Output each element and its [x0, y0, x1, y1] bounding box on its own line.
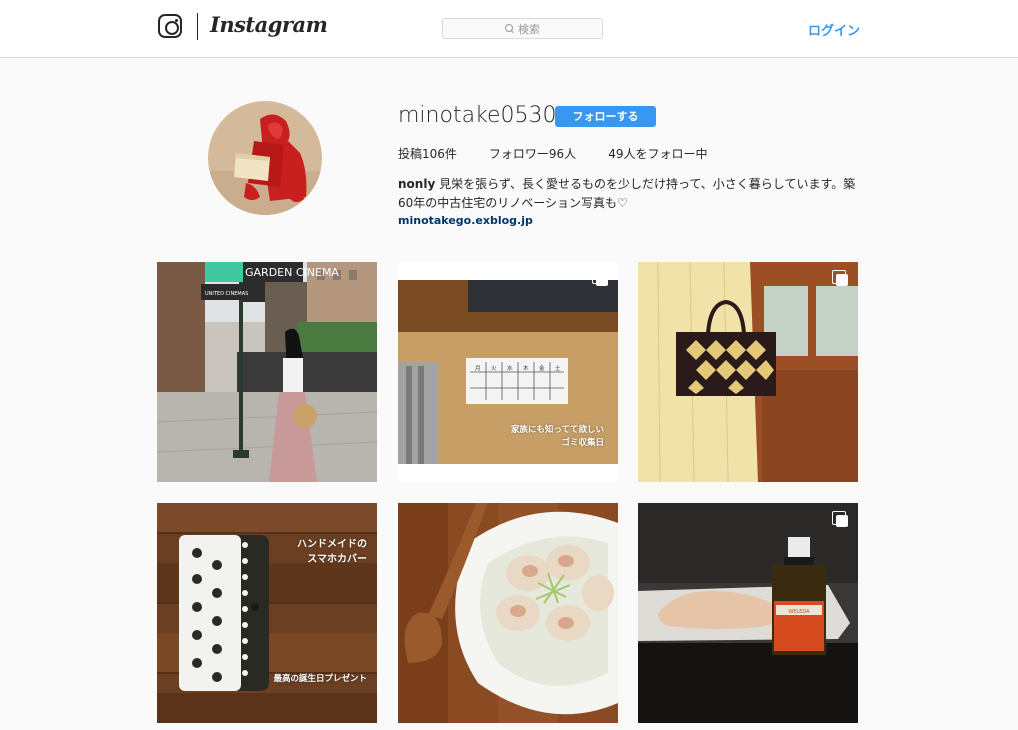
search-icon — [505, 24, 514, 33]
post-thumbnail[interactable]: WELEDA — [638, 503, 858, 723]
post-thumbnail[interactable]: 月 火 水 木 金 土 家族にも知ってて欲しい ゴミ収集日 — [398, 262, 618, 482]
profile-username: minotake0530 — [398, 103, 557, 128]
instagram-camera-icon[interactable] — [158, 14, 182, 38]
multiple-photos-icon — [832, 270, 848, 286]
multiple-photos-icon — [832, 511, 848, 527]
profile-avatar — [208, 101, 322, 215]
post-thumbnail[interactable] — [638, 262, 858, 482]
search-placeholder: 検索 — [518, 22, 540, 36]
follow-button[interactable]: フォローする — [555, 106, 656, 127]
bio-full-name: nonly — [398, 177, 436, 191]
posts-count: 投稿106件 — [398, 147, 457, 161]
overlay-line: 家族にも知ってて欲しい — [510, 425, 604, 435]
login-link[interactable]: ログイン — [808, 20, 860, 39]
post-thumbnail[interactable]: UNITED CINEMAS GARDEN CINEMA — [157, 262, 377, 482]
top-navigation-bar: Instagram 検索 ログイン — [0, 0, 1018, 58]
following-count[interactable]: 49人をフォロー中 — [608, 145, 707, 162]
logo-divider — [197, 13, 198, 40]
bottle-label-text: WELEDA — [788, 609, 810, 615]
profile-bio: nonly 見栄を張らず、長く愛せるものを少しだけ持って、小さく暮らしています。… — [398, 175, 868, 213]
followers-count[interactable]: フォロワー96人 — [489, 145, 576, 162]
multiple-photos-icon — [592, 270, 608, 286]
sign-text: GARDEN CINEMA — [245, 266, 339, 279]
overlay-line: ハンドメイドの — [297, 539, 367, 550]
search-input[interactable]: 検索 — [442, 18, 603, 39]
sign-sub-text: UNITED CINEMAS — [205, 291, 248, 297]
overlay-line: ゴミ収集日 — [561, 438, 604, 448]
post-overlay-text: 家族にも知ってて欲しい ゴミ収集日 — [511, 424, 604, 450]
post-overlay-bottom-text: 最高の誕生日プレゼント — [273, 674, 367, 684]
instagram-wordmark[interactable]: Instagram — [210, 12, 328, 37]
post-thumbnail[interactable]: ハンドメイドの スマホカバー 最高の誕生日プレゼント — [157, 503, 377, 723]
schedule-head: 水 — [507, 364, 513, 372]
profile-stats: 投稿106件 フォロワー96人 49人をフォロー中 — [398, 145, 739, 162]
schedule-head: 月 — [475, 365, 481, 372]
schedule-head: 木 — [523, 364, 529, 372]
post-overlay-text: ハンドメイドの スマホカバー — [297, 537, 367, 567]
schedule-head: 金 — [539, 364, 545, 372]
post-thumbnail[interactable] — [398, 503, 618, 723]
schedule-head: 土 — [555, 364, 561, 372]
overlay-line: スマホカバー — [307, 554, 367, 565]
bio-text: 見栄を張らず、長く愛せるものを少しだけ持って、小さく暮らしています。築60年の中… — [398, 177, 856, 210]
profile-website-link[interactable]: minotakego.exblog.jp — [398, 214, 533, 227]
schedule-head: 火 — [491, 366, 497, 372]
